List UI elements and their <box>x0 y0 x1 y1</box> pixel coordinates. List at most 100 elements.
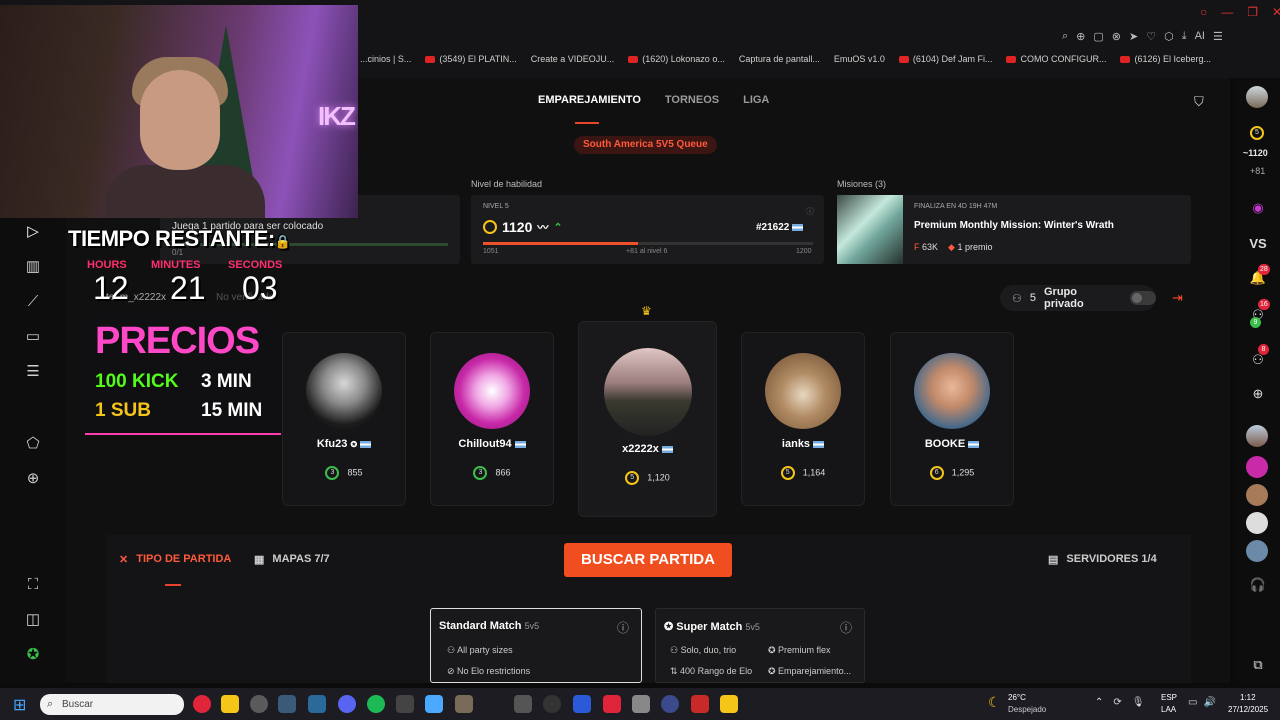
add-icon[interactable]: ⊕ <box>22 468 44 490</box>
tab-mapas[interactable]: ▦ MAPAS 7/7 <box>254 553 330 566</box>
bookmark[interactable]: (6126) El Iceberg... <box>1120 50 1211 68</box>
app-icon[interactable] <box>661 695 679 713</box>
sync-icon[interactable]: ⟳ <box>1113 697 1121 708</box>
menu-icon[interactable]: ☰ <box>1213 30 1223 43</box>
tab-liga[interactable]: LIGA <box>743 94 769 106</box>
app-icon[interactable] <box>250 695 268 713</box>
stats-icon[interactable]: ⟋ <box>22 291 44 313</box>
monitor-icon[interactable]: ▭ <box>1188 697 1197 708</box>
chevron-up-icon[interactable]: ⌃ <box>1095 697 1103 708</box>
app-icon[interactable] <box>603 695 621 713</box>
skill-rank: #21622 <box>756 222 804 233</box>
steam-icon[interactable] <box>278 695 296 713</box>
app-icon[interactable] <box>720 695 738 713</box>
timer-hours: 12 <box>93 270 129 306</box>
player-card[interactable]: Chillout94 3 866 <box>430 332 554 506</box>
windows-start-icon[interactable]: ⊞ <box>13 695 26 715</box>
bookmark[interactable]: EmuOS v1.0 <box>834 50 885 68</box>
discord-icon[interactable] <box>338 695 356 713</box>
friend-avatar[interactable] <box>1246 456 1268 478</box>
price-kick-value: 3 MIN <box>201 371 252 392</box>
bookmark[interactable]: COMO CONFIGUR... <box>1006 50 1106 68</box>
toggle-switch[interactable] <box>1130 291 1156 305</box>
bookmark[interactable]: (6104) Def Jam Fi... <box>898 50 992 68</box>
tab-servidores[interactable]: ▤ SERVIDORES 1/4 <box>1048 553 1157 566</box>
briefcase-icon[interactable]: ◫ <box>22 609 44 631</box>
app-icon[interactable] <box>308 695 326 713</box>
bookmark[interactable]: Captura de pantall... <box>739 50 820 68</box>
private-group-toggle[interactable]: ⚇ 5 Grupo privado <box>1000 285 1156 311</box>
clock-time[interactable]: 1:12 <box>1240 693 1256 702</box>
bookmark[interactable]: Create a VIDEOJU... <box>531 50 615 68</box>
player-card-self[interactable]: x2222x 5 1,120 <box>578 321 717 517</box>
language-code[interactable]: ESP <box>1161 693 1177 702</box>
app-icon[interactable] <box>573 695 591 713</box>
app-icon[interactable] <box>514 695 532 713</box>
avatar[interactable] <box>1246 86 1268 108</box>
reward-icon: ◆ <box>948 242 955 252</box>
screenshot-icon[interactable]: ▢ <box>1093 30 1103 43</box>
premium-icon[interactable]: ✪ <box>22 644 44 666</box>
bookmark[interactable]: (3549) El PLATIN... <box>425 50 517 68</box>
timer-seconds: 03 <box>242 270 278 306</box>
app-icon[interactable] <box>543 695 561 713</box>
rewards-icon[interactable]: ◉ <box>1248 198 1268 218</box>
translate-icon[interactable]: ⊕ <box>1076 30 1085 43</box>
spotify-icon[interactable] <box>367 695 385 713</box>
friend-avatar[interactable] <box>1246 540 1268 562</box>
app-icon[interactable] <box>691 695 709 713</box>
info-icon[interactable]: ⓘ <box>840 619 852 636</box>
tab-tipo-partida[interactable]: ✕ TIPO DE PARTIDA <box>119 553 231 566</box>
maximize-icon[interactable]: ❐ <box>1247 5 1258 19</box>
list-icon[interactable]: ☰ <box>22 361 44 383</box>
standard-match-card[interactable]: Standard Match 5v5 ⓘ ⚇ All party sizes ⊘… <box>430 608 642 683</box>
search-icon[interactable]: ○ <box>1200 5 1207 19</box>
find-match-button[interactable]: BUSCAR PARTIDA <box>564 543 732 577</box>
play-icon[interactable]: ▷ <box>22 221 44 243</box>
ranking-icon[interactable]: ▥ <box>22 256 44 278</box>
taskbar-search[interactable]: ⌕ Buscar <box>40 694 184 715</box>
notepad-icon[interactable] <box>425 695 443 713</box>
app-icon[interactable] <box>632 695 650 713</box>
block-icon[interactable]: ⊗ <box>1112 30 1121 43</box>
download-icon[interactable]: ⤓ <box>1182 30 1187 43</box>
versus-icon[interactable]: VS <box>1248 234 1268 254</box>
leave-group-icon[interactable]: ⇥ <box>1172 290 1183 306</box>
bookmark[interactable]: ...cinios | S... <box>360 50 411 68</box>
shop-bag-icon[interactable]: ⛉ <box>1194 94 1204 110</box>
add-friend-icon[interactable]: ⊕ <box>1248 384 1268 404</box>
video-icon[interactable]: ▭ <box>22 326 44 348</box>
app-icon[interactable] <box>455 695 473 713</box>
super-match-card[interactable]: ✪ Super Match 5v5 ⓘ ⚇ Solo, duo, trio ⇅ … <box>655 608 865 683</box>
friend-avatar[interactable] <box>1246 425 1268 447</box>
send-icon[interactable]: ➤ <box>1129 30 1138 43</box>
tab-emparejamiento[interactable]: EMPAREJAMIENTO <box>538 94 641 106</box>
heart-icon[interactable]: ♡ <box>1146 30 1156 43</box>
folder-icon[interactable] <box>221 695 239 713</box>
bookmark[interactable]: (1620) Lokonazo o... <box>628 50 725 68</box>
info-icon[interactable]: ⓘ <box>806 206 814 217</box>
extensions-icon[interactable]: ⬡ <box>1164 30 1174 43</box>
app-icon[interactable] <box>396 695 414 713</box>
clan-icon[interactable]: ⬠ <box>22 433 44 455</box>
opera-icon[interactable] <box>193 695 211 713</box>
friend-avatar[interactable] <box>1246 484 1268 506</box>
volume-icon[interactable]: 🔊 <box>1203 697 1215 708</box>
player-card[interactable]: ianks 5 1,164 <box>741 332 865 506</box>
faceit-logo-icon[interactable]: ⧉ <box>1248 655 1268 675</box>
info-icon[interactable]: ⓘ <box>617 619 629 636</box>
zoom-icon[interactable]: ⌕ <box>1062 30 1068 43</box>
tab-torneos[interactable]: TORNEOS <box>665 94 719 106</box>
close-icon[interactable]: ✕ <box>1272 5 1280 19</box>
headset-icon[interactable]: 🎧 <box>1248 575 1268 595</box>
player-level: 3 855 <box>283 466 405 480</box>
weather-temp[interactable]: 26°C <box>1008 693 1026 702</box>
player-card[interactable]: BOOKE 6 1,295 <box>890 332 1014 506</box>
friend-avatar[interactable] <box>1246 512 1268 534</box>
queue-badge[interactable]: South America 5V5 Queue <box>574 136 717 154</box>
microphone-icon[interactable]: 🎙 <box>1132 697 1145 708</box>
scan-icon[interactable]: ⛶ <box>22 574 44 596</box>
ai-button[interactable]: AI <box>1195 30 1205 43</box>
player-card[interactable]: Kfu23 ✪ 3 855 <box>282 332 406 506</box>
minimize-icon[interactable]: — <box>1221 5 1233 19</box>
